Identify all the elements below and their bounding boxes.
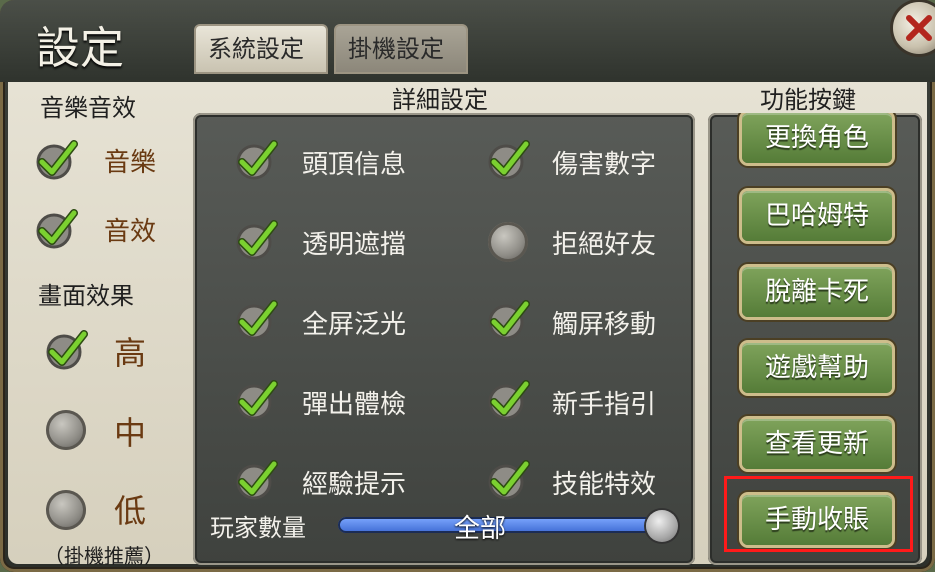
close-icon [906,15,932,41]
option-label: 技能特效 [552,470,657,500]
checkbox-checked-icon [488,460,530,500]
option-label: 經驗提示 [302,470,407,500]
option-label: 彈出體檢 [302,390,407,420]
radio-unselected-icon [46,490,86,530]
option-exp-tips[interactable]: 經驗提示 [234,456,454,506]
bahamut-button[interactable]: 巴哈姆特 [742,191,892,241]
radio-selected-icon [46,330,88,370]
checkbox-checked-icon [236,460,278,500]
option-label: 傷害數字 [552,150,657,180]
tab-idle-settings[interactable]: 掛機設定 [334,24,468,74]
checkbox-unchecked-icon [488,222,528,262]
game-help-button[interactable]: 遊戲幫助 [742,343,892,393]
highlight-box [724,476,913,552]
music-toggle[interactable]: 音樂 [34,136,174,186]
option-damage-numbers[interactable]: 傷害數字 [486,136,686,186]
option-label: 透明遮擋 [302,230,407,260]
quality-medium-option[interactable]: 中 [44,404,164,460]
option-label: 新手指引 [552,390,657,420]
option-overhead-info[interactable]: 頭頂信息 [234,136,454,186]
graphics-section-title: 畫面效果 [38,282,134,310]
option-label: 觸屏移動 [552,310,657,340]
window-title: 設定 [36,23,124,74]
radio-unselected-icon [46,410,86,450]
checkbox-checked-icon [236,380,278,420]
sfx-toggle[interactable]: 音效 [34,205,174,255]
option-transparent-occlusion[interactable]: 透明遮擋 [234,216,454,266]
option-label: 拒絕好友 [552,230,657,260]
checkbox-checked-icon [488,140,530,180]
quality-low-label: 低 [114,492,147,530]
quality-medium-label: 中 [114,414,147,452]
detail-section-title: 詳細設定 [392,86,488,114]
checkbox-checked-icon [236,220,278,260]
checkbox-checked-icon [36,209,78,249]
player-count-value: 全部 [454,514,507,544]
idle-recommended-note: （掛機推薦） [44,544,164,568]
option-newbie-guide[interactable]: 新手指引 [486,376,686,426]
player-count-label: 玩家數量 [210,514,306,542]
option-skill-effects[interactable]: 技能特效 [486,456,686,506]
option-label: 全屏泛光 [302,310,407,340]
option-label: 頭頂信息 [302,150,407,180]
option-fullscreen-bloom[interactable]: 全屏泛光 [234,296,454,346]
option-reject-friends[interactable]: 拒絕好友 [486,216,686,266]
checkbox-checked-icon [488,380,530,420]
slider-handle[interactable] [646,510,678,542]
quality-high-option[interactable]: 高 [44,322,164,378]
checkbox-checked-icon [236,140,278,180]
unstuck-button[interactable]: 脫離卡死 [742,267,892,317]
checkbox-checked-icon [36,140,78,180]
checkbox-checked-icon [236,300,278,340]
change-character-button[interactable]: 更換角色 [742,113,892,163]
option-touch-move[interactable]: 觸屏移動 [486,296,686,346]
tab-system-settings[interactable]: 系統設定 [194,24,328,74]
checkbox-checked-icon [488,300,530,340]
audio-section-title: 音樂音效 [40,94,136,122]
check-update-button[interactable]: 查看更新 [742,419,892,469]
music-label: 音樂 [104,148,157,178]
sfx-label: 音效 [104,217,157,247]
quality-high-label: 高 [114,334,147,372]
quality-low-option[interactable]: 低 [44,484,164,540]
function-section-title: 功能按鍵 [760,86,856,114]
option-popup-check[interactable]: 彈出體檢 [234,376,454,426]
